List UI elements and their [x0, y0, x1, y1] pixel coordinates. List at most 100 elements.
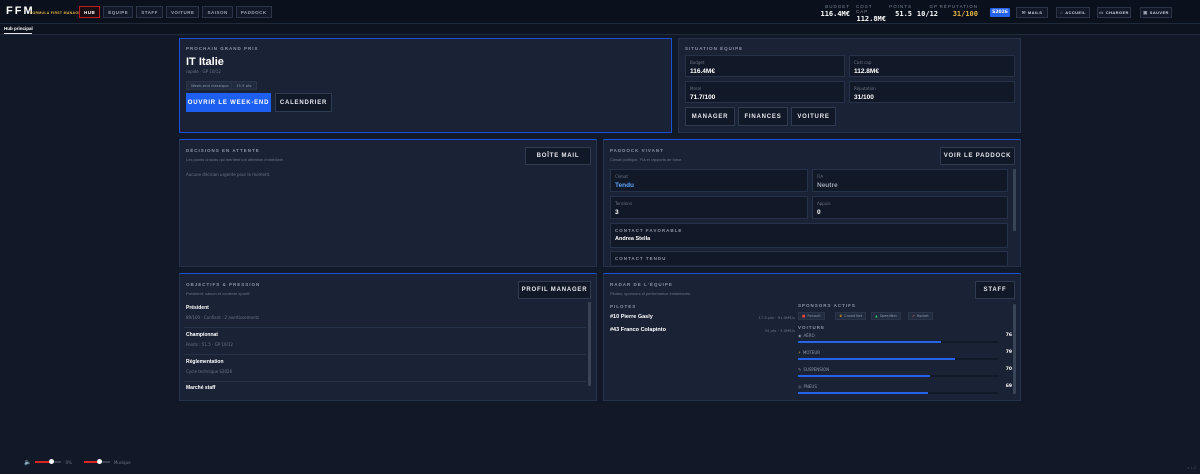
stat-cost-cap-value: 112.8M€ — [856, 15, 886, 23]
driver-name: #10 Pierre Gasly — [610, 314, 653, 320]
stat-points: POINTS 51.5 — [889, 4, 912, 18]
speaker-icon[interactable]: 🔈 — [24, 459, 31, 466]
accueil-button[interactable]: ⌂ ACCUEIL — [1056, 7, 1090, 18]
paddock-scrollbar[interactable] — [1013, 169, 1016, 231]
car-stat-value: 70 — [1005, 367, 1012, 372]
app-version: v 1.2 — [1187, 466, 1196, 470]
team-reputation-label: Réputation — [854, 86, 876, 91]
calendar-button[interactable]: CALENDRIER — [275, 93, 332, 112]
team-situation-panel: SITUATION ÉQUIPE Budget 116.4M€ Cost cap… — [678, 38, 1021, 133]
sauver-button[interactable]: ▣ SAUVER — [1140, 7, 1172, 18]
car-stat-track — [798, 358, 998, 360]
voiture-button[interactable]: VOITURE — [791, 107, 836, 126]
stat-budget: BUDGET 116.4M€ — [818, 4, 850, 18]
paddock-climate-box: Climat Tendu — [610, 169, 808, 192]
tab-saison[interactable]: SAISON — [202, 6, 233, 18]
tab-equipe[interactable]: ÉQUIPE — [103, 6, 134, 18]
signal-icon: ▲ — [875, 314, 878, 318]
tire-icon: ◎ — [798, 384, 802, 389]
bolt-icon: ⚡ — [798, 350, 801, 355]
tab-paddock[interactable]: PADDOCK — [235, 6, 272, 18]
car-stat-name: MOTEUR — [802, 350, 821, 355]
objective-row-reglementation-sub: Cycle technique S2026 — [186, 369, 233, 374]
rocket-icon: ➚ — [912, 314, 915, 318]
paddock-fia-box: FIA Neutre — [812, 169, 1008, 192]
decisions-subtitle: Les points chauds qui méritent ton atten… — [186, 157, 285, 162]
sfx-volume-slider[interactable] — [83, 459, 110, 464]
paddock-subtitle: Climat politique, FIA et rapports de for… — [610, 157, 683, 162]
paddock-tensions-value: 3 — [615, 209, 619, 216]
car-stat-fill — [798, 392, 928, 394]
music-volume-label: 0% — [65, 459, 72, 465]
favorable-contact-title: CONTACT FAVORABLE — [615, 228, 683, 233]
team-cost-cap-label: Cost cap — [854, 60, 872, 65]
driver-name: #43 Franco Colapinto — [610, 327, 666, 333]
objectives-subtitle: Président, saison et contexte sportif. — [186, 291, 251, 296]
car-stat-label: ⚡ MOTEUR — [798, 350, 820, 355]
objectives-scrollbar[interactable] — [588, 302, 591, 386]
team-radar-scrollbar[interactable] — [1013, 304, 1016, 394]
mails-button[interactable]: ✉ MAILS — [1016, 7, 1048, 18]
slider-knob[interactable] — [97, 459, 103, 464]
decisions-title: DÉCISIONS EN ATTENTE — [186, 148, 260, 153]
driver-info: 17.5 pts · 91.0M€/s — [758, 315, 795, 320]
sub-bar: Hub principal — [0, 24, 1200, 35]
car-stat-track — [798, 341, 998, 343]
sponsor-name: SpeedNet — [879, 314, 897, 318]
sponsor-chip: ♛ Crowd Bet — [835, 312, 867, 320]
stat-cost-cap-label: COST CAP — [856, 4, 873, 14]
accueil-button-label: ACCUEIL — [1065, 10, 1086, 15]
tab-voiture[interactable]: VOITURE — [165, 6, 200, 18]
objective-row-president: Président 89/100 · Confiant · 2 avertiss… — [184, 302, 586, 328]
manager-button[interactable]: MANAGER — [685, 107, 735, 126]
audio-controls: 🔈 0% Musique — [24, 458, 131, 466]
save-icon: ▣ — [1143, 9, 1148, 15]
tab-hub[interactable]: HUB — [79, 6, 101, 18]
tab-staff[interactable]: STAFF — [136, 6, 163, 18]
driver-row[interactable]: #10 Pierre Gasly 17.5 pts · 91.0M€/s — [610, 314, 795, 324]
driver-info: 34 pts · 3.0M€/s — [764, 328, 795, 333]
paddock-panel: PADDOCK VIVANT Climat politique, FIA et … — [603, 139, 1021, 267]
view-paddock-button[interactable]: VOIR LE PADDOCK — [940, 147, 1015, 165]
mailbox-button[interactable]: BOÎTE MAIL — [525, 147, 591, 165]
sponsor-name: Crowd Bet — [844, 314, 863, 318]
objective-row-marche-staff-title: Marché staff — [186, 385, 216, 391]
car-stat-value: 76 — [1005, 333, 1012, 338]
objectives-panel: OBJECTIFS & PRESSION Président, saison e… — [179, 273, 597, 401]
stat-cost-cap: COST CAP 112.8M€ — [856, 4, 886, 23]
paddock-appuis-box: Appuis 0 — [812, 196, 1008, 219]
tense-contact-box: CONTACT TENDU — [610, 251, 1008, 265]
paddock-appuis-value: 0 — [817, 209, 821, 216]
stat-points-value: 51.5 — [895, 10, 912, 18]
music-volume-slider[interactable] — [35, 459, 62, 464]
stat-reputation-value: 31/100 — [952, 10, 978, 18]
driver-row[interactable]: #43 Franco Colapinto 34 pts · 3.0M€/s — [610, 327, 795, 337]
slider-knob[interactable] — [49, 459, 55, 464]
manager-profile-button[interactable]: PROFIL MANAGER — [518, 281, 591, 299]
app-logo-subtitle: FORMULA FIRST MANAGER — [30, 11, 84, 15]
subtab-hub-principal[interactable]: Hub principal — [4, 26, 33, 31]
team-radar-title: RADAR DE L'ÉQUIPE — [610, 282, 673, 287]
top-bar: FFM FORMULA FIRST MANAGER HUB ÉQUIPE STA… — [0, 0, 1200, 24]
staff-button[interactable]: STAFF — [975, 281, 1015, 299]
car-stat-moteur: ⚡ MOTEUR 79 — [798, 350, 1012, 364]
paddock-tensions-label: Tensions — [615, 201, 633, 206]
team-budget-value: 116.4M€ — [690, 68, 715, 75]
car-stat-value: 69 — [1005, 384, 1012, 389]
team-cost-cap-box: Cost cap 112.8M€ — [849, 55, 1015, 77]
objective-row-championnat-sub: Points : 51.5 · GP 10/12 — [186, 342, 233, 347]
objective-row-reglementation-title: Réglementation — [186, 359, 224, 365]
sfx-volume-label: Musique — [113, 459, 131, 465]
objective-row-reglementation: Réglementation Cycle technique S2026 — [184, 356, 586, 382]
sponsor-chip: ➚ Rocket — [908, 312, 933, 320]
charger-button[interactable]: ▭ CHARGER — [1097, 7, 1131, 18]
paddock-fia-label: FIA — [817, 174, 824, 179]
paddock-fia-value: Neutre — [817, 182, 838, 189]
open-weekend-button[interactable]: OUVRIR LE WEEK-END — [186, 93, 271, 112]
drivers-title: PILOTES — [610, 304, 637, 309]
stat-budget-label: BUDGET — [825, 4, 850, 9]
decisions-panel: DÉCISIONS EN ATTENTE Les points chauds q… — [179, 139, 597, 267]
car-stat-aero: ◉ AÉRO 76 — [798, 333, 1012, 347]
finances-button[interactable]: FINANCES — [738, 107, 788, 126]
paddock-appuis-label: Appuis — [817, 201, 831, 206]
